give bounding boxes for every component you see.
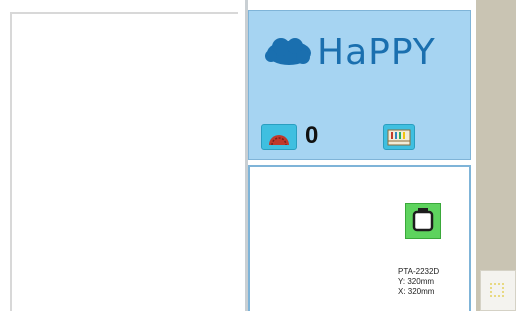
cloud-logo-icon: [265, 38, 311, 65]
embroidery-frame-icon[interactable]: [405, 203, 441, 239]
brand-panel: HаPPY 0: [248, 10, 471, 160]
brand-name: HаPPY: [317, 32, 436, 73]
right-side-panel: [476, 0, 516, 311]
side-button[interactable]: [480, 270, 516, 311]
stitch-counter-value: 0: [305, 122, 319, 149]
speed-dome-icon[interactable]: [261, 124, 297, 150]
spool-rack-icon[interactable]: [383, 124, 415, 150]
hoop-info: PTA-2232D Y: 320mm X: 320mm: [398, 267, 439, 297]
dotted-frame-icon: [490, 283, 504, 297]
hoop-y-size: Y: 320mm: [398, 277, 435, 286]
hoop-model: PTA-2232D: [398, 267, 440, 276]
design-preview-area: [10, 12, 238, 311]
hoop-panel: PTA-2232D Y: 320mm X: 320mm: [248, 165, 471, 311]
hoop-x-size: X: 320mm: [398, 287, 435, 296]
